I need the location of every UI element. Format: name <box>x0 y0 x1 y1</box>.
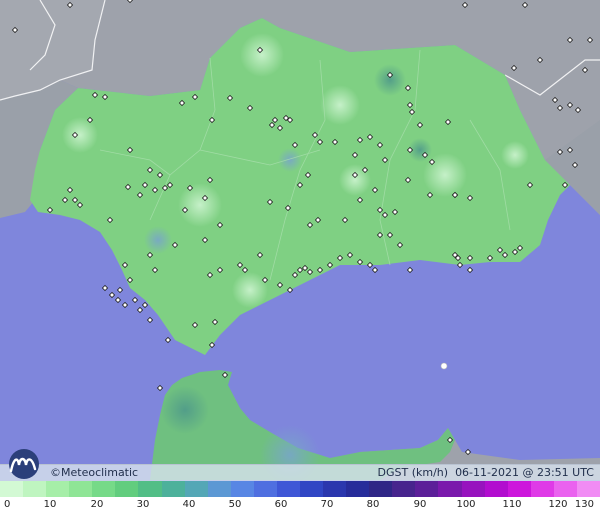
scale-tick-label: 50 <box>228 499 242 510</box>
scale-tick-label: 70 <box>320 499 334 510</box>
scale-tick-label: 100 <box>456 499 476 510</box>
meteoclimatic-logo-icon <box>9 449 39 479</box>
color-scale-step <box>69 481 93 497</box>
color-scale-step <box>553 481 577 497</box>
color-scale-step <box>323 481 347 497</box>
color-scale-step <box>300 481 324 497</box>
scale-tick-label: 130 <box>574 499 594 510</box>
wind-gust-map <box>0 0 600 480</box>
scale-tick-label: 20 <box>90 499 104 510</box>
color-scale-bar <box>0 481 600 497</box>
color-scale-step <box>161 481 185 497</box>
scale-tick-label: 80 <box>366 499 380 510</box>
color-scale-step <box>369 481 393 497</box>
color-scale-step <box>461 481 485 497</box>
color-scale-step <box>207 481 231 497</box>
color-scale-step <box>392 481 416 497</box>
color-scale-step <box>276 481 301 497</box>
scale-tick-label: 10 <box>43 499 57 510</box>
color-scale-step <box>253 481 277 497</box>
color-scale-step <box>415 481 439 497</box>
color-scale-step <box>138 481 162 497</box>
color-scale-step <box>23 481 47 497</box>
color-scale-step <box>115 481 139 497</box>
scale-tick-label: 60 <box>274 499 288 510</box>
color-scale-step <box>230 481 254 497</box>
scale-tick-label: 110 <box>502 499 522 510</box>
color-scale-step <box>0 481 24 497</box>
credit-label: ©Meteoclimatic <box>50 466 139 479</box>
datetime-label: 06-11-2021 @ 23:51 UTC <box>455 466 594 479</box>
color-scale-step <box>576 481 600 497</box>
color-scale-step <box>346 481 370 497</box>
color-scale-step <box>92 481 116 497</box>
color-scale: 0 10 20 30 40 50 60 70 80 90 100 110 120 130 <box>0 481 600 517</box>
scale-tick-label: 90 <box>413 499 427 510</box>
variable-label: DGST (km/h) <box>377 466 449 479</box>
scale-tick-label: 30 <box>136 499 150 510</box>
color-scale-step <box>184 481 208 497</box>
color-scale-step <box>530 481 554 497</box>
color-scale-step <box>438 481 462 497</box>
color-scale-step <box>484 481 508 497</box>
color-scale-step <box>46 481 70 497</box>
legend-title: DGST (km/h) 06-11-2021 @ 23:51 UTC <box>378 466 594 479</box>
scale-tick-label: 0 <box>4 499 11 510</box>
scale-tick-label: 40 <box>182 499 196 510</box>
color-scale-step <box>507 481 531 497</box>
scale-tick-label: 120 <box>548 499 568 510</box>
